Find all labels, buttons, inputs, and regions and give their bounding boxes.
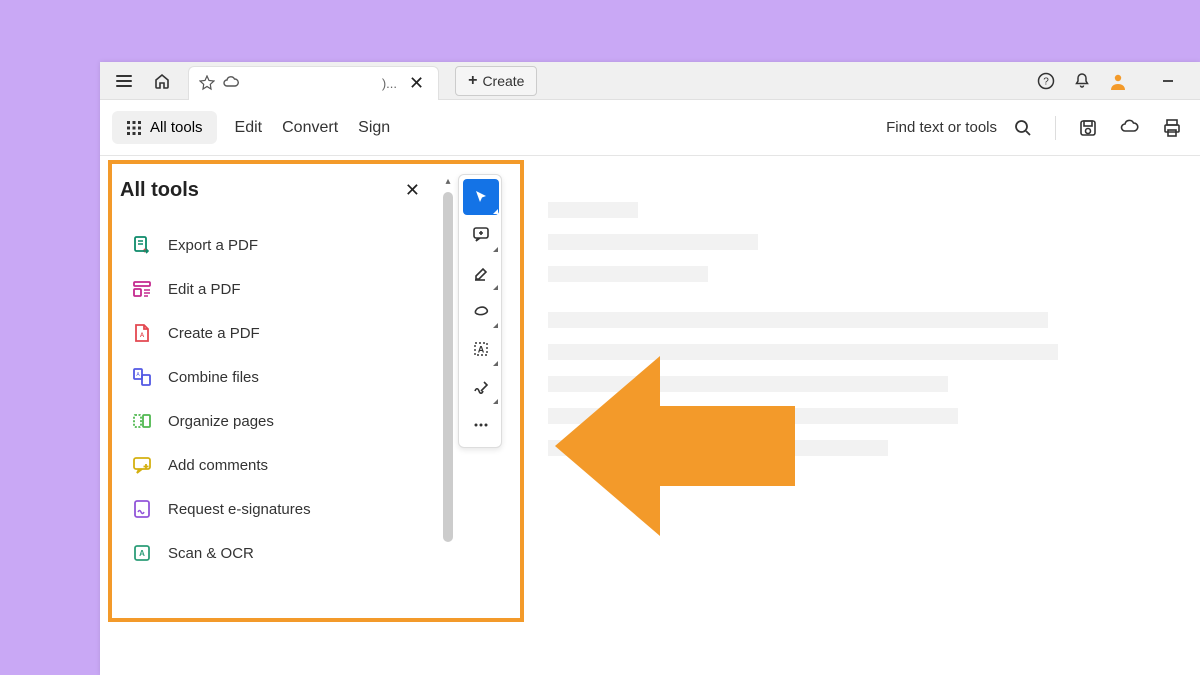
- cloud-sync-icon[interactable]: [1114, 112, 1146, 144]
- tool-create-pdf[interactable]: A Create a PDF: [120, 311, 428, 355]
- scroll-thumb[interactable]: [443, 192, 453, 542]
- all-tools-label: All tools: [150, 119, 203, 136]
- home-icon[interactable]: [146, 65, 178, 97]
- tool-combine-files[interactable]: A Combine files: [120, 355, 428, 399]
- close-tab-icon[interactable]: ✕: [405, 69, 428, 98]
- sign-tool-icon[interactable]: [463, 369, 499, 405]
- tool-label: Edit a PDF: [168, 281, 241, 298]
- combine-files-icon: A: [132, 367, 152, 387]
- tool-label: Export a PDF: [168, 237, 258, 254]
- highlight-tool-icon[interactable]: [463, 255, 499, 291]
- menu-convert[interactable]: Convert: [280, 115, 340, 141]
- menu-edit[interactable]: Edit: [233, 115, 265, 141]
- menu-sign[interactable]: Sign: [356, 115, 392, 141]
- doc-line: [548, 266, 708, 282]
- tool-label: Add comments: [168, 457, 268, 474]
- app-window: )... ✕ + Create ?: [100, 62, 1200, 675]
- hamburger-menu-icon[interactable]: [108, 65, 140, 97]
- svg-text:?: ?: [1043, 76, 1049, 87]
- svg-text:A: A: [136, 372, 140, 378]
- close-panel-icon[interactable]: ✕: [401, 176, 424, 205]
- search-icon[interactable]: [1007, 112, 1039, 144]
- panel-title: All tools: [120, 179, 199, 202]
- toolbar: All tools Edit Convert Sign Find text or…: [100, 100, 1200, 156]
- add-comment-tool-icon[interactable]: [463, 217, 499, 253]
- create-button[interactable]: + Create: [455, 66, 537, 96]
- tool-add-comments[interactable]: Add comments: [120, 443, 428, 487]
- tool-scan-ocr[interactable]: A Scan & OCR: [120, 531, 428, 575]
- search-label[interactable]: Find text or tools: [886, 119, 997, 136]
- minimize-icon[interactable]: [1152, 65, 1184, 97]
- edit-pdf-icon: [132, 279, 152, 299]
- signature-icon: [132, 499, 152, 519]
- svg-text:A: A: [139, 549, 145, 558]
- annotation-arrow-icon: [555, 356, 795, 536]
- doc-line: [548, 202, 638, 218]
- plus-icon: +: [468, 72, 477, 90]
- organize-pages-icon: [132, 411, 152, 431]
- tool-label: Request e-signatures: [168, 501, 311, 518]
- print-icon[interactable]: [1156, 112, 1188, 144]
- divider: [1055, 116, 1056, 140]
- tool-label: Organize pages: [168, 413, 274, 430]
- scan-ocr-icon: A: [132, 543, 152, 563]
- doc-line: [548, 234, 758, 250]
- all-tools-panel: All tools ✕ Export a PDF Edit a PDF A Cr…: [104, 156, 440, 675]
- draw-tool-icon[interactable]: [463, 293, 499, 329]
- panel-scrollbar[interactable]: ▴: [440, 174, 456, 619]
- scroll-up-icon[interactable]: ▴: [440, 174, 456, 188]
- content-area: All tools ✕ Export a PDF Edit a PDF A Cr…: [100, 156, 1200, 675]
- tab-title: )...: [247, 76, 397, 91]
- star-icon[interactable]: [199, 75, 215, 91]
- help-icon[interactable]: ?: [1030, 65, 1062, 97]
- svg-text:A: A: [140, 333, 145, 339]
- selection-tool-icon[interactable]: [463, 179, 499, 215]
- svg-text:A: A: [478, 345, 485, 355]
- quick-tool-strip: A: [458, 174, 502, 448]
- all-tools-button[interactable]: All tools: [112, 111, 217, 144]
- bell-icon[interactable]: [1066, 65, 1098, 97]
- add-comments-icon: [132, 455, 152, 475]
- tool-export-pdf[interactable]: Export a PDF: [120, 223, 428, 267]
- profile-icon[interactable]: [1102, 65, 1134, 97]
- grid-icon: [126, 120, 142, 136]
- export-pdf-icon: [132, 235, 152, 255]
- cloud-icon: [223, 75, 239, 91]
- tool-label: Create a PDF: [168, 325, 260, 342]
- text-select-tool-icon[interactable]: A: [463, 331, 499, 367]
- tool-organize-pages[interactable]: Organize pages: [120, 399, 428, 443]
- create-label: Create: [482, 73, 524, 89]
- save-icon[interactable]: [1072, 112, 1104, 144]
- more-tools-icon[interactable]: [463, 407, 499, 443]
- tool-label: Scan & OCR: [168, 545, 254, 562]
- tool-edit-pdf[interactable]: Edit a PDF: [120, 267, 428, 311]
- titlebar: )... ✕ + Create ?: [100, 62, 1200, 100]
- create-pdf-icon: A: [132, 323, 152, 343]
- document-tab[interactable]: )... ✕: [188, 66, 439, 100]
- tool-label: Combine files: [168, 369, 259, 386]
- tool-request-signatures[interactable]: Request e-signatures: [120, 487, 428, 531]
- doc-line: [548, 312, 1048, 328]
